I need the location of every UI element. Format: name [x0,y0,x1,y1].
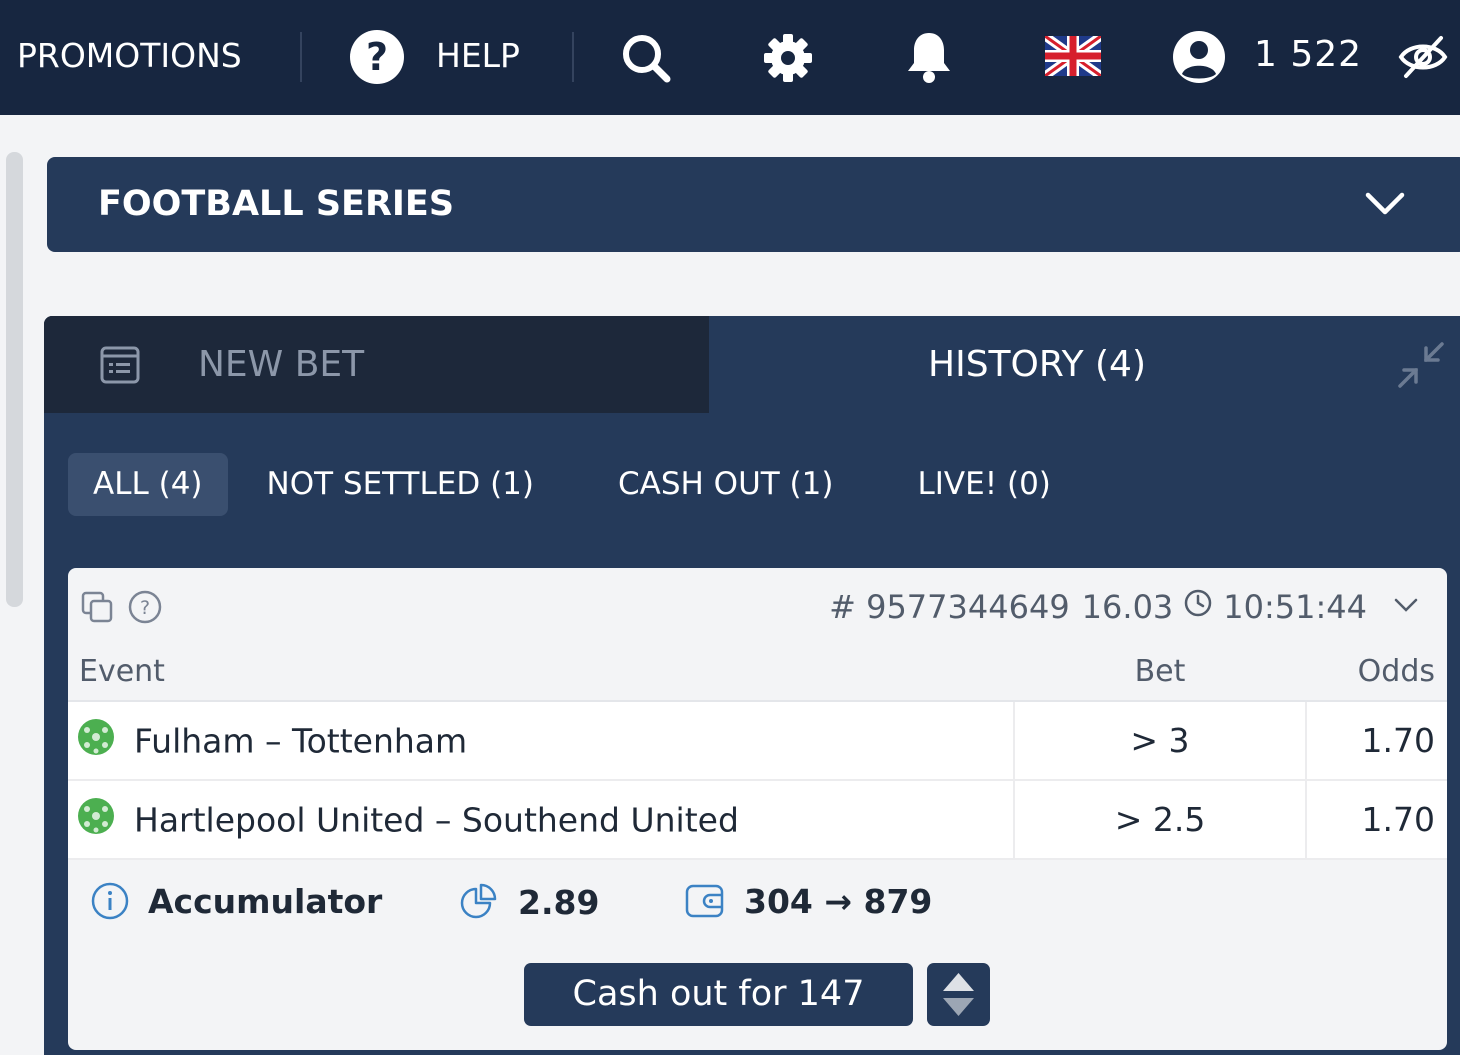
help-icon[interactable]: ? [350,30,404,84]
column-bet: Bet [1014,643,1306,702]
bet-date: 16.03 [1081,588,1174,626]
bet-card-header: ? # 9577344649 16.03 10:51:44 [68,568,1447,643]
bet-id: # 9577344649 [829,588,1070,626]
collapse-icon[interactable] [1396,340,1446,394]
clock-icon [1183,588,1213,626]
pie-chart-icon [460,883,497,919]
stake-return-value: 304 → 879 [744,881,933,921]
bet-type: Accumulator [90,881,382,921]
event-name: Hartlepool United – Southend United [134,800,739,839]
football-series-dropdown[interactable]: FOOTBALL SERIES [47,157,1460,252]
bet-summary: Accumulator 2.89 304 → 879 [68,863,1447,938]
balance-amount: 1 522 [1254,34,1363,75]
filter-not-settled[interactable]: NOT SETTLED (1) [242,453,559,516]
top-bar: PROMOTIONS ? HELP 1 522 [0,0,1460,115]
cash-out-button[interactable]: Cash out for 147 [524,963,913,1026]
bet-legs-table: Event Bet Odds Fulham – Tottenham > 3 1.… [68,643,1447,860]
search-icon[interactable] [620,32,672,88]
history-filters: ALL (4) NOT SETTLED (1) CASH OUT (1) LIV… [68,453,1090,516]
odds-cell: 1.70 [1306,780,1447,860]
gear-icon[interactable] [762,32,814,88]
bet-cell: > 3 [1013,701,1307,781]
copy-icon[interactable] [80,590,114,628]
page-scrollbar[interactable] [6,152,23,607]
table-row[interactable]: Fulham – Tottenham > 3 1.70 [68,701,1447,781]
event-cell: Hartlepool United – Southend United [68,780,1014,860]
filter-cash-out[interactable]: CASH OUT (1) [593,453,859,516]
tab-new-bet[interactable]: NEW BET [44,316,709,413]
stake-return: 304 → 879 [684,881,932,921]
filter-all[interactable]: ALL (4) [68,453,228,516]
series-title: FOOTBALL SERIES [98,184,455,224]
promotions-link[interactable]: PROMOTIONS [17,36,242,75]
tab-new-bet-label: NEW BET [198,344,365,385]
filter-live[interactable]: LIVE! (0) [892,453,1075,516]
table-row[interactable]: Hartlepool United – Southend United > 2.… [68,780,1447,860]
bet-time: 10:51:44 [1223,588,1367,626]
odds-cell: 1.70 [1306,701,1447,781]
column-odds: Odds [1306,643,1447,702]
event-name: Fulham – Tottenham [134,721,468,760]
eye-off-icon[interactable] [1398,34,1448,84]
bet-card: ? # 9577344649 16.03 10:51:44 Event Bet … [68,568,1447,1050]
svg-text:?: ? [140,597,150,619]
chevron-down-icon[interactable] [1393,596,1419,618]
chevron-down-icon [1365,191,1405,221]
up-down-icon [943,973,974,1016]
info-icon[interactable] [90,881,130,921]
bell-icon[interactable] [905,30,953,88]
bet-meta: # 9577344649 16.03 10:51:44 [829,588,1367,626]
cash-out-stepper[interactable] [927,963,990,1026]
bet-slip-icon [99,344,141,390]
wallet-icon [685,884,724,918]
total-odds: 2.89 [458,881,599,923]
column-event: Event [68,643,1014,702]
total-odds-value: 2.89 [518,882,600,922]
football-icon [76,796,116,844]
bet-cell: > 2.5 [1013,780,1307,860]
divider [300,32,302,82]
event-cell: Fulham – Tottenham [68,701,1014,781]
user-icon[interactable] [1172,30,1226,88]
tab-history-label: HISTORY (4) [928,344,1147,385]
help-link[interactable]: HELP [436,36,520,75]
uk-flag-icon[interactable] [1042,32,1104,80]
divider [572,32,574,82]
table-header-row: Event Bet Odds [68,643,1447,702]
football-icon [76,717,116,765]
bet-type-label: Accumulator [148,881,383,921]
help-circle-icon[interactable]: ? [128,590,162,628]
